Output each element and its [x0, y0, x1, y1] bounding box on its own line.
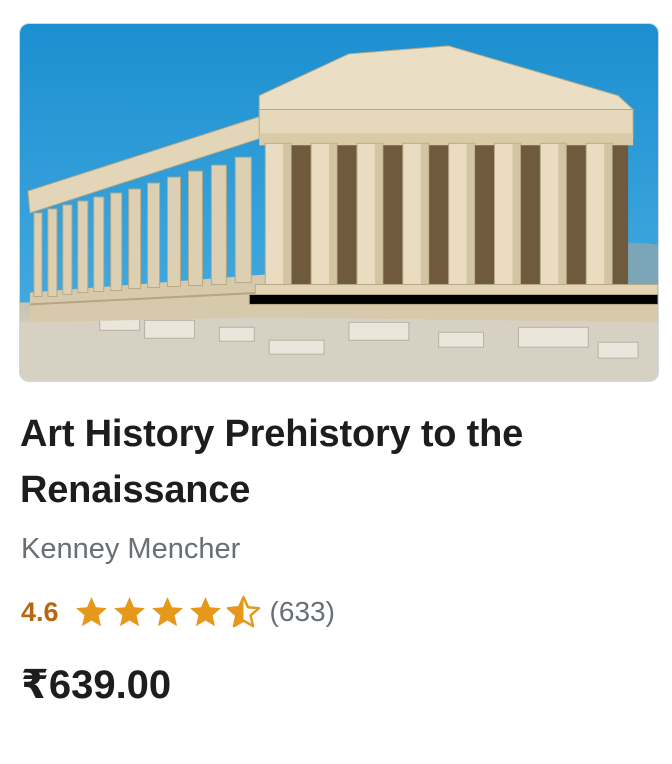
- course-thumbnail[interactable]: [19, 23, 659, 382]
- course-title[interactable]: Art History Prehistory to the Renaissanc…: [20, 406, 650, 518]
- rating-value: 4.6: [21, 596, 59, 627]
- star-rating: [73, 594, 262, 631]
- star-icon: [75, 596, 107, 626]
- course-price: ₹639.00: [21, 663, 172, 707]
- star-icon: [151, 596, 183, 626]
- star-half-icon: [226, 595, 260, 627]
- star-icon: [113, 596, 145, 626]
- star-icon: [189, 596, 221, 626]
- parthenon-image: [20, 24, 658, 381]
- review-count: (633): [269, 596, 335, 627]
- course-card[interactable]: Art History Prehistory to the Renaissanc…: [0, 0, 672, 764]
- instructor-name: Kenney Mencher: [21, 533, 241, 565]
- rating-row: 4.6 (633): [21, 592, 335, 632]
